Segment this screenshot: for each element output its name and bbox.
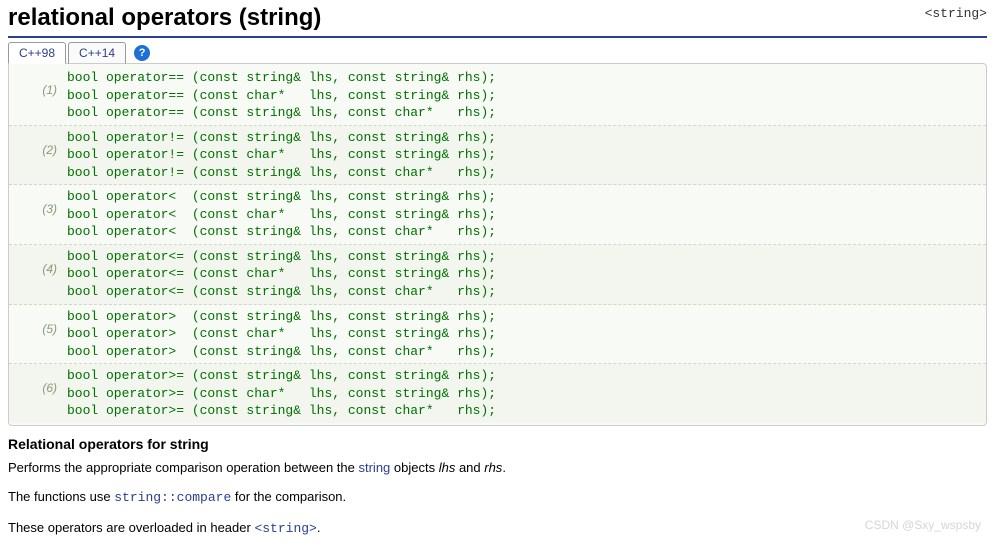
help-icon[interactable]: ?: [134, 45, 150, 61]
prototype-code: bool operator< (const string& lhs, const…: [67, 188, 496, 241]
prototype-code: bool operator== (const string& lhs, cons…: [67, 69, 496, 122]
prototype-group: (4) bool operator<= (const string& lhs, …: [9, 245, 986, 305]
prototypes-box: (1) bool operator== (const string& lhs, …: [8, 63, 987, 426]
prototype-number: (2): [9, 129, 67, 157]
param-lhs: lhs: [439, 460, 456, 475]
page-title: relational operators (string): [8, 4, 321, 34]
prototype-group: (3) bool operator< (const string& lhs, c…: [9, 185, 986, 245]
paragraph: Performs the appropriate comparison oper…: [8, 458, 987, 478]
prototype-number: (6): [9, 367, 67, 395]
link-string[interactable]: string: [358, 460, 390, 475]
prototype-group: (1) bool operator== (const string& lhs, …: [9, 66, 986, 126]
prototype-number: (5): [9, 308, 67, 336]
section-subheading: Relational operators for string: [8, 436, 987, 452]
tab-cpp14[interactable]: C++14: [68, 42, 126, 64]
header-include-tag: <string>: [925, 4, 987, 21]
param-rhs: rhs: [484, 460, 502, 475]
paragraph: The functions use string::compare for th…: [8, 487, 987, 508]
prototype-code: bool operator> (const string& lhs, const…: [67, 308, 496, 361]
header-divider: [8, 36, 987, 38]
prototype-code: bool operator!= (const string& lhs, cons…: [67, 129, 496, 182]
paragraph: These operators are overloaded in header…: [8, 518, 987, 539]
prototype-code: bool operator>= (const string& lhs, cons…: [67, 367, 496, 420]
tab-cpp98[interactable]: C++98: [8, 42, 66, 64]
prototype-number: (3): [9, 188, 67, 216]
link-string-compare[interactable]: string::compare: [114, 490, 231, 505]
prototype-group: (6) bool operator>= (const string& lhs, …: [9, 364, 986, 423]
prototype-number: (1): [9, 69, 67, 97]
prototype-number: (4): [9, 248, 67, 276]
tabs-row: C++98 C++14 ?: [8, 42, 987, 64]
prototype-group: (5) bool operator> (const string& lhs, c…: [9, 305, 986, 365]
link-header-string[interactable]: <string>: [254, 521, 316, 536]
prototype-code: bool operator<= (const string& lhs, cons…: [67, 248, 496, 301]
prototype-group: (2) bool operator!= (const string& lhs, …: [9, 126, 986, 186]
